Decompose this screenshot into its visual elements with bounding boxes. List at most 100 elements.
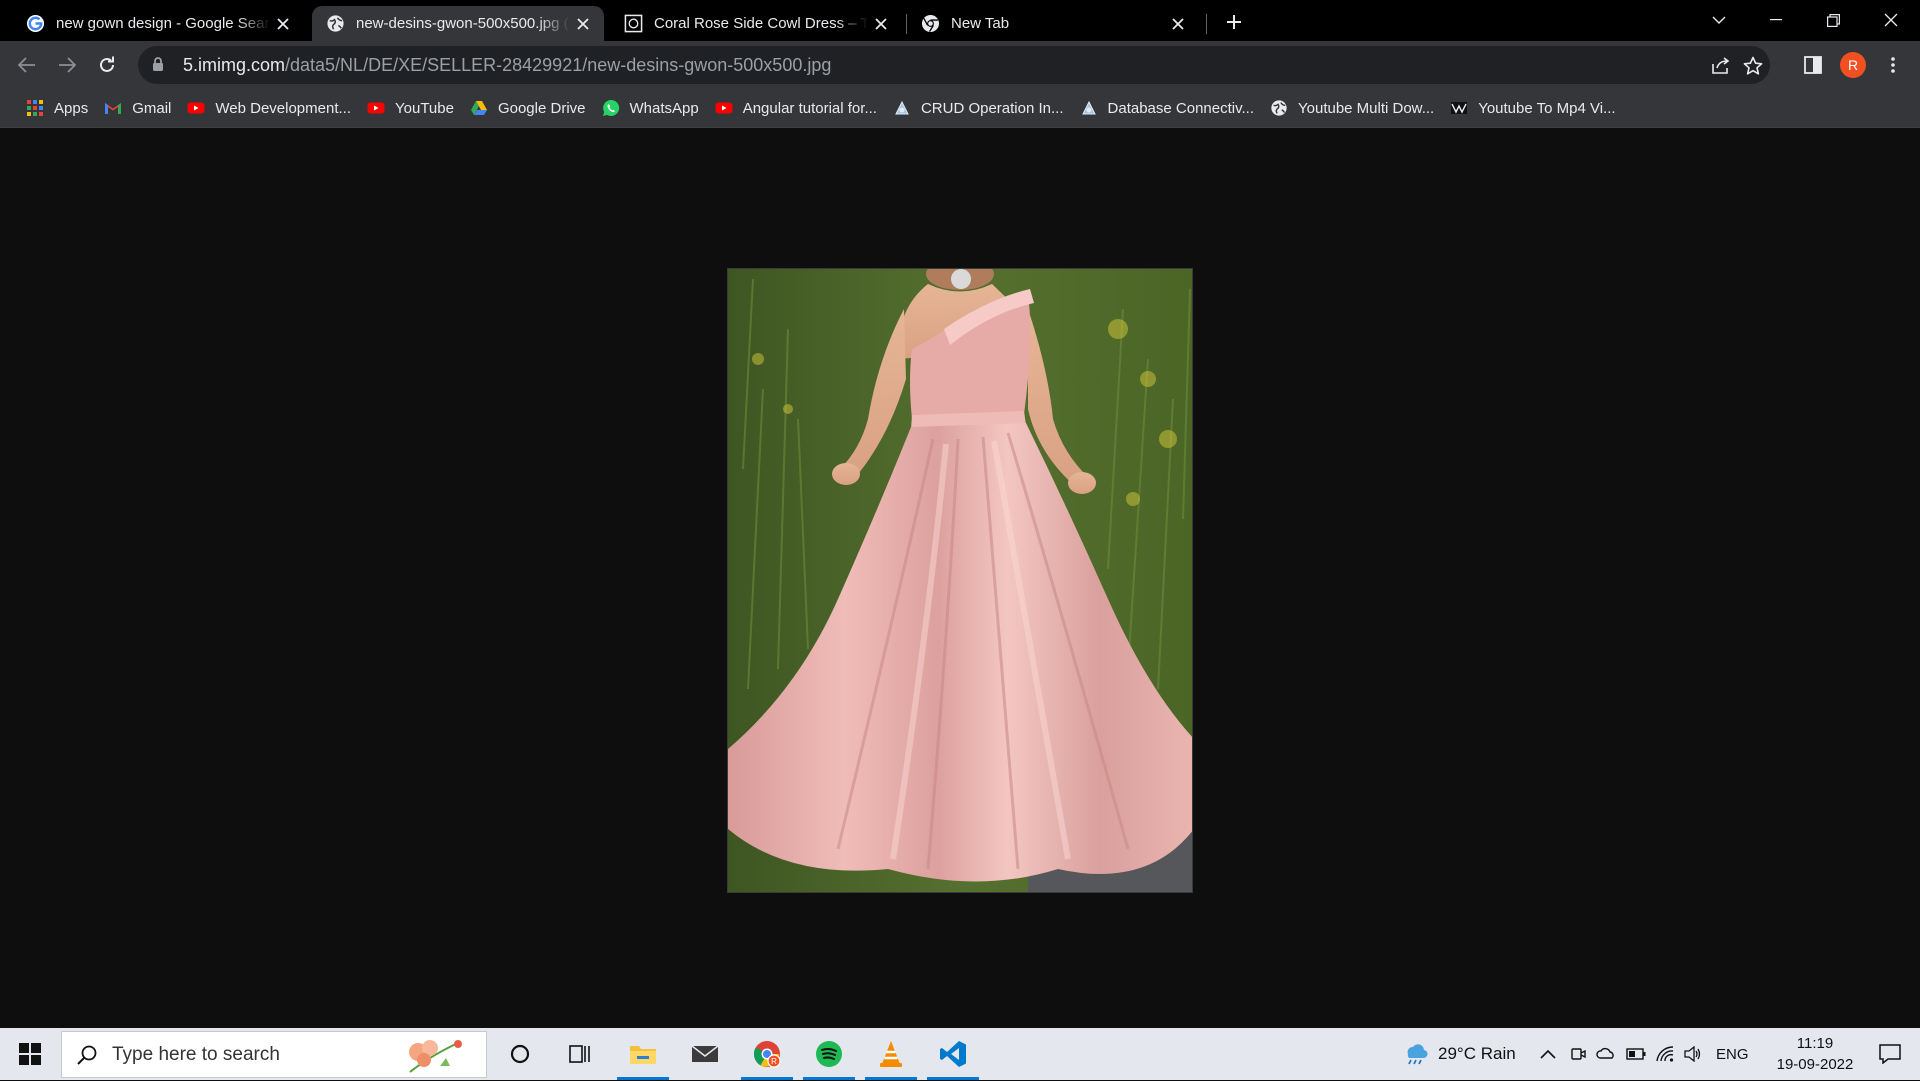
cortana-button[interactable]	[490, 1028, 550, 1080]
search-placeholder: Type here to search	[112, 1043, 280, 1065]
wifi-icon[interactable]	[1656, 1046, 1674, 1062]
bookmarks-bar: Apps Gmail Web Development... YouTube Go…	[0, 89, 1920, 128]
restore-icon	[1826, 13, 1840, 27]
bookmark-label: YouTube	[395, 99, 454, 117]
close-icon	[1884, 13, 1898, 27]
battery-icon[interactable]	[1626, 1048, 1646, 1060]
bookmark-star-icon[interactable]	[1742, 55, 1764, 77]
reload-icon	[100, 56, 114, 72]
tab-title: new gown design - Google Search	[56, 15, 270, 32]
tab-image[interactable]: new-desins-gwon-500x500.jpg (500×500)	[312, 6, 604, 41]
bookmark-google-drive[interactable]: Google Drive	[463, 93, 593, 123]
bookmark-youtube-to-mp4[interactable]: Youtube To Mp4 Vi...	[1443, 93, 1622, 123]
chrome-icon	[921, 14, 940, 33]
folder-icon	[630, 1046, 656, 1064]
youtube-icon	[367, 99, 385, 117]
side-panel-icon	[1804, 56, 1822, 74]
clock[interactable]: 11:19 19-09-2022	[1760, 1033, 1870, 1075]
mail-app[interactable]	[675, 1028, 735, 1080]
reload-button[interactable]	[90, 48, 124, 82]
cortana-icon	[510, 1044, 530, 1064]
site-icon	[624, 14, 643, 33]
bookmark-youtube[interactable]: YouTube	[360, 93, 461, 123]
bookmark-youtube-multi-downloader[interactable]: Youtube Multi Dow...	[1263, 93, 1441, 123]
url-text[interactable]: 5.imimg.com/data5/NL/DE/XE/SELLER-284299…	[183, 55, 831, 76]
share-icon[interactable]	[1710, 55, 1732, 77]
action-center-button[interactable]	[1860, 1028, 1920, 1080]
clock-date: 19-09-2022	[1776, 1056, 1854, 1073]
bookmark-whatsapp[interactable]: WhatsApp	[595, 93, 706, 123]
minimize-button[interactable]	[1747, 0, 1805, 40]
task-view-button[interactable]	[550, 1028, 610, 1080]
tab-title: New Tab	[951, 15, 1010, 32]
bookmark-database-connectivity[interactable]: Database Connectiv...	[1073, 93, 1261, 123]
profile-button[interactable]: R	[1838, 50, 1868, 80]
back-button[interactable]	[10, 48, 44, 82]
task-view-icon	[569, 1045, 590, 1063]
tab-coral-dress[interactable]: Coral Rose Side Cowl Dress – TOI	[610, 6, 902, 41]
chevron-up-icon[interactable]	[1540, 1049, 1556, 1059]
image-viewer	[0, 128, 1920, 1028]
windows-logo-icon	[19, 1043, 41, 1065]
close-tab-icon[interactable]	[868, 11, 894, 37]
chrome-app[interactable]: R	[737, 1028, 797, 1080]
bookmark-label: Web Development...	[215, 99, 351, 117]
tab-title: Coral Rose Side Cowl Dress – TOI	[654, 15, 868, 32]
bookmark-label: Angular tutorial for...	[742, 99, 877, 117]
mail-icon	[691, 1045, 719, 1062]
forward-button[interactable]	[50, 48, 84, 82]
close-tab-icon[interactable]	[270, 11, 296, 37]
language-indicator[interactable]: ENG	[1716, 1046, 1749, 1063]
tab-search-button[interactable]	[1690, 0, 1748, 40]
weather-widget[interactable]: 29°C Rain	[1402, 1028, 1516, 1080]
close-tab-icon[interactable]	[570, 11, 596, 37]
arrow-right-icon	[59, 57, 76, 73]
globe-icon	[326, 14, 345, 33]
taskbar-search-box[interactable]: Type here to search	[61, 1031, 487, 1078]
site-icon	[1450, 99, 1468, 117]
address-bar[interactable]: 5.imimg.com/data5/NL/DE/XE/SELLER-284299…	[138, 46, 1770, 84]
bookmark-angular-tutorial[interactable]: Angular tutorial for...	[708, 93, 884, 123]
bookmark-label: Apps	[54, 99, 89, 117]
bookmark-label: WhatsApp	[629, 99, 699, 117]
restore-button[interactable]	[1804, 0, 1862, 40]
bookmark-apps[interactable]: Apps	[19, 93, 95, 123]
lock-icon[interactable]	[152, 57, 166, 73]
site-icon	[893, 99, 911, 117]
globe-icon	[1270, 99, 1288, 117]
vlc-app[interactable]	[861, 1028, 921, 1080]
bookmark-label: Gmail	[132, 99, 172, 117]
tab-new-tab[interactable]: New Tab	[907, 6, 1199, 41]
menu-button[interactable]	[1878, 50, 1908, 80]
bookmark-gmail[interactable]: Gmail	[97, 93, 178, 123]
url-path: /data5/NL/DE/XE/SELLER-28429921/new-desi…	[285, 54, 832, 75]
volume-icon[interactable]	[1684, 1046, 1702, 1062]
arrow-left-icon	[18, 57, 35, 73]
plus-icon	[1227, 15, 1241, 29]
bookmark-label: Database Connectiv...	[1107, 99, 1254, 117]
rain-cloud-icon	[1407, 1044, 1428, 1065]
file-explorer-app[interactable]	[613, 1028, 673, 1080]
bookmark-label: CRUD Operation In...	[920, 99, 1064, 117]
apps-grid-icon	[26, 99, 44, 117]
tab-google-search[interactable]: new gown design - Google Search	[12, 6, 304, 41]
meet-now-icon[interactable]	[1570, 1046, 1586, 1062]
clock-time: 11:19	[1796, 1035, 1834, 1052]
side-panel-button[interactable]	[1798, 50, 1828, 80]
url-host: 5.imimg.com	[183, 54, 286, 75]
browser-tab-strip: new gown design - Google Search new-desi…	[0, 0, 1920, 41]
close-window-button[interactable]	[1862, 0, 1920, 40]
chrome-icon: R	[753, 1041, 781, 1068]
svg-text:R: R	[771, 1057, 777, 1066]
onedrive-icon[interactable]	[1596, 1046, 1616, 1062]
vscode-icon	[940, 1041, 966, 1067]
gown-image[interactable]	[727, 268, 1193, 893]
vscode-app[interactable]	[923, 1028, 983, 1080]
bookmark-crud-operation[interactable]: CRUD Operation In...	[886, 93, 1071, 123]
close-tab-icon[interactable]	[1165, 11, 1191, 37]
new-tab-button[interactable]	[1220, 8, 1248, 36]
spotify-app[interactable]	[799, 1028, 859, 1080]
bookmark-web-development[interactable]: Web Development...	[180, 93, 358, 123]
start-button[interactable]	[0, 1028, 60, 1080]
avatar: R	[1840, 52, 1866, 78]
